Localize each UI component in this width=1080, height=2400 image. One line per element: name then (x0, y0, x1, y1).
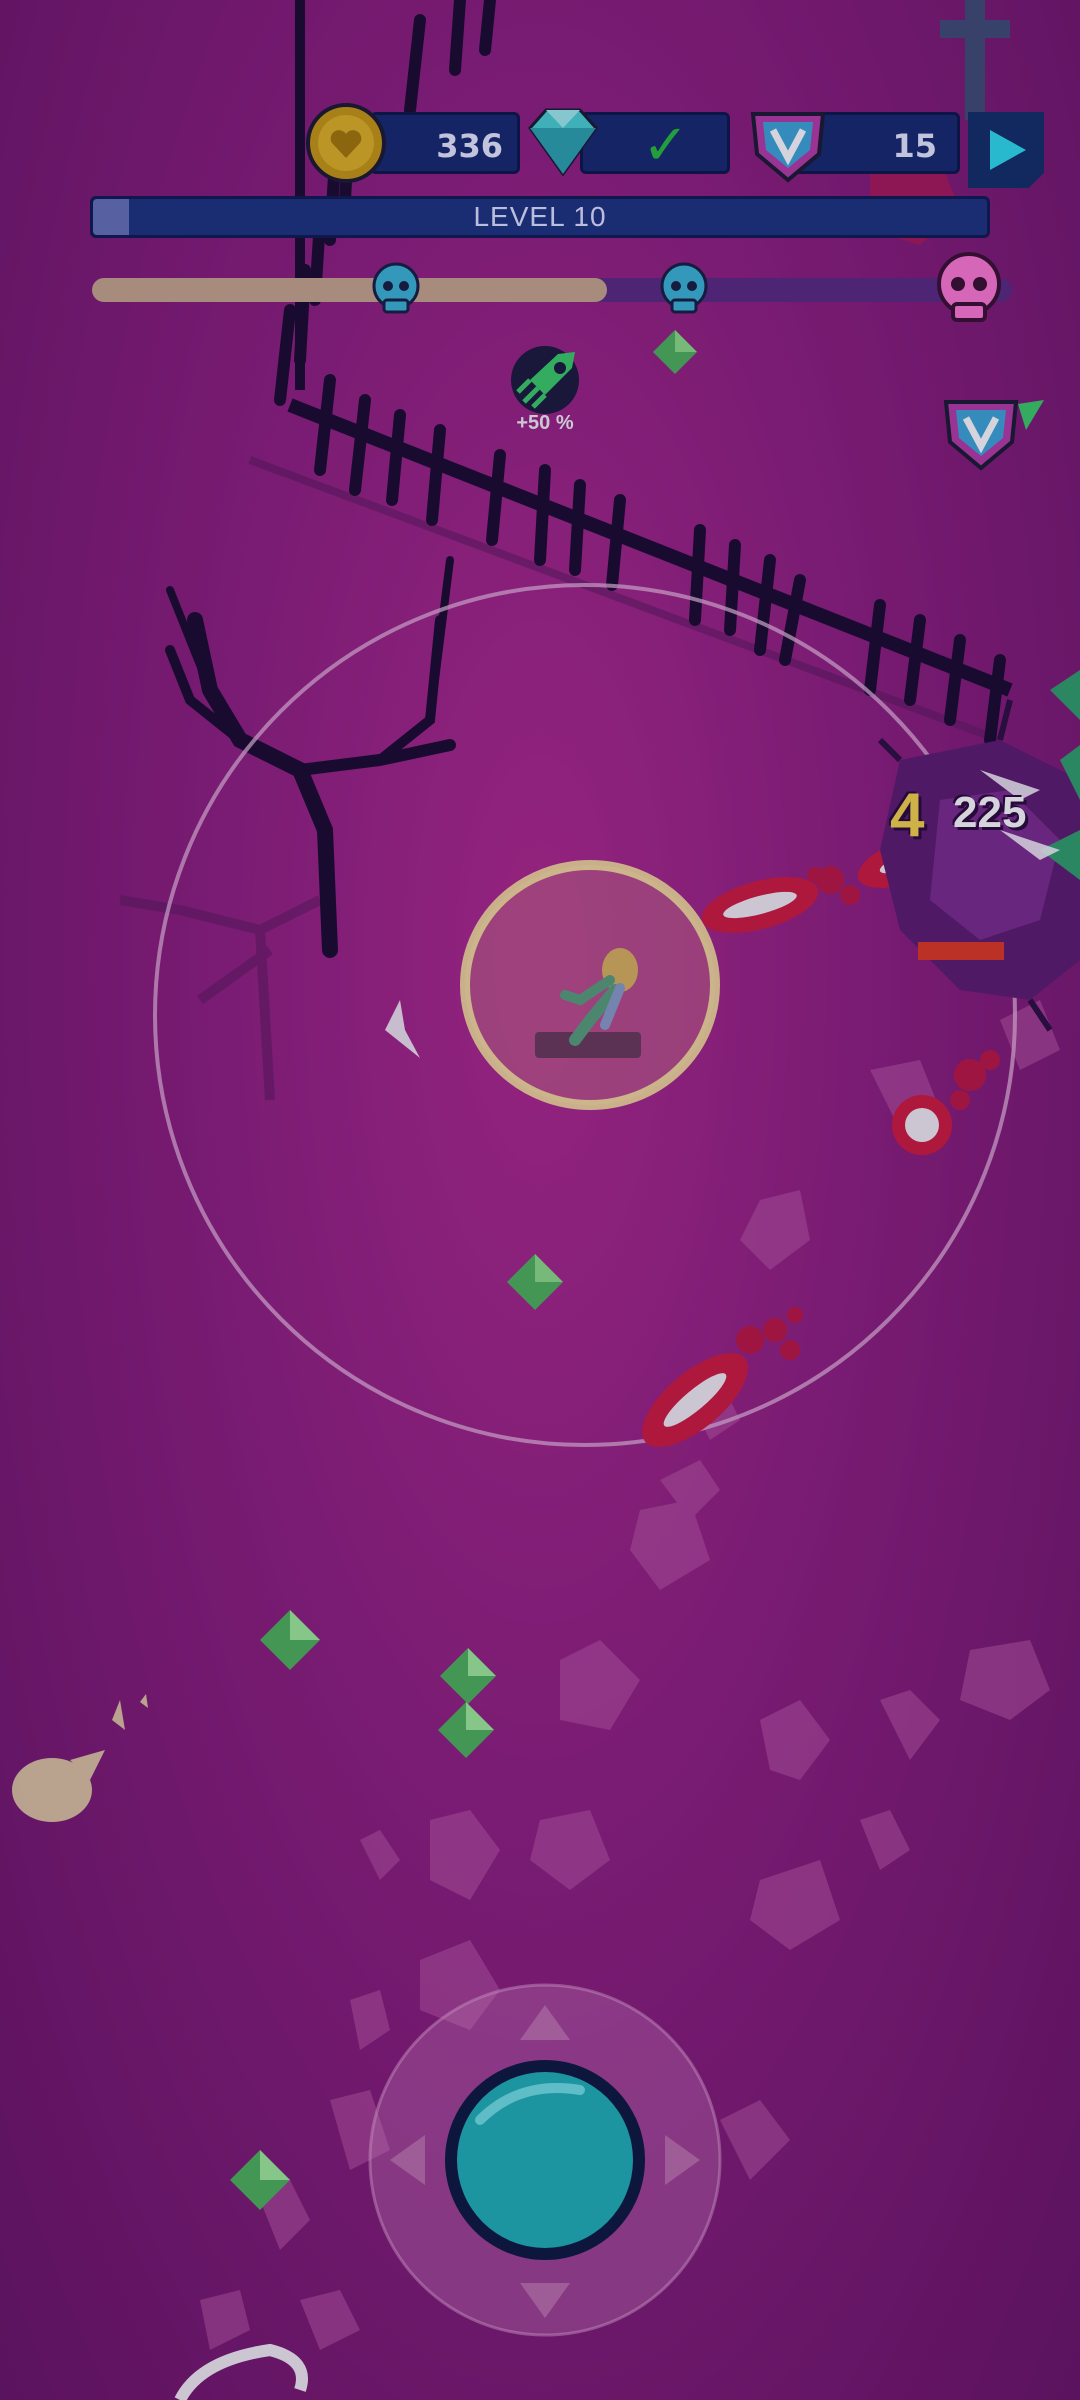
vtoken-count: 15 (892, 127, 937, 165)
speed-boost-label: +50 % (516, 412, 574, 434)
game-scene: 4 225 +50 % 336 ✓ 15 LEVEL 10 (0, 0, 1080, 2400)
coin-count: 336 (436, 127, 503, 165)
play-button[interactable] (968, 112, 1044, 188)
level-label: LEVEL 10 (473, 201, 607, 232)
play-icon (990, 130, 1026, 170)
level-bar: LEVEL 10 (90, 196, 990, 238)
boss-skull-icon (937, 252, 1001, 322)
speed-boost-icon (511, 346, 579, 414)
damage-number: 4 (890, 781, 925, 850)
wave-progress-fill (92, 278, 608, 302)
skull-icon (660, 262, 708, 314)
coin-counter: 336 (370, 112, 520, 174)
checkmark-icon: ✓ (642, 113, 689, 178)
v-shield-icon (943, 400, 1044, 471)
damage-number-overlay: 225 (953, 788, 1027, 837)
diamond-icon (528, 108, 598, 177)
speed-boost-buff: +50 % (500, 340, 590, 450)
skull-icon (372, 262, 420, 314)
heart-coin-icon (306, 103, 386, 183)
v-shield-icon (750, 112, 826, 183)
wave-progress-track (92, 278, 1012, 302)
